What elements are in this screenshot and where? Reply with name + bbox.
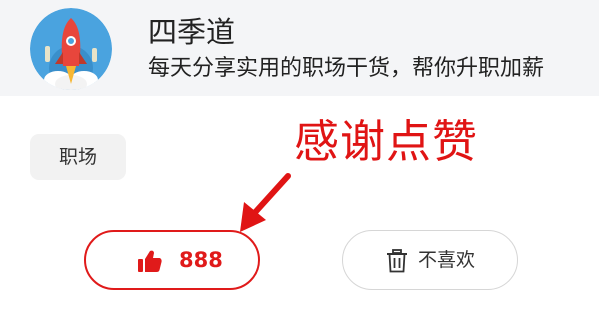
like-button[interactable]: 888 bbox=[84, 230, 260, 290]
dislike-label: 不喜欢 bbox=[418, 249, 476, 271]
arrow-annotation-icon bbox=[240, 173, 291, 232]
thumbs-up-icon bbox=[138, 250, 162, 272]
trash-icon bbox=[387, 249, 407, 273]
like-count: 888 bbox=[179, 248, 223, 272]
thanks-annotation: 感谢点赞 bbox=[294, 115, 479, 168]
dislike-button[interactable]: 不喜欢 bbox=[342, 230, 518, 290]
rocket-icon bbox=[30, 8, 112, 90]
channel-header: 四季道 每天分享实用的职场干货，帮你升职加薪 bbox=[0, 0, 599, 96]
avatar[interactable] bbox=[30, 8, 112, 90]
channel-description: 每天分享实用的职场干货，帮你升职加薪 bbox=[148, 56, 545, 81]
category-tag[interactable]: 职场 bbox=[30, 134, 126, 180]
channel-name[interactable]: 四季道 bbox=[148, 14, 235, 50]
